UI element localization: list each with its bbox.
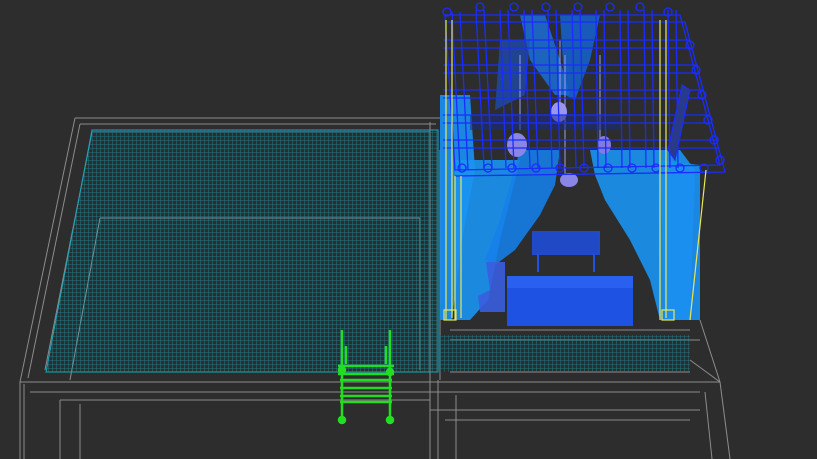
lounge-sofa[interactable] xyxy=(478,262,633,326)
viewport-canvas[interactable] xyxy=(0,0,817,459)
3d-viewport[interactable] xyxy=(0,0,817,459)
side-table[interactable] xyxy=(532,231,600,272)
